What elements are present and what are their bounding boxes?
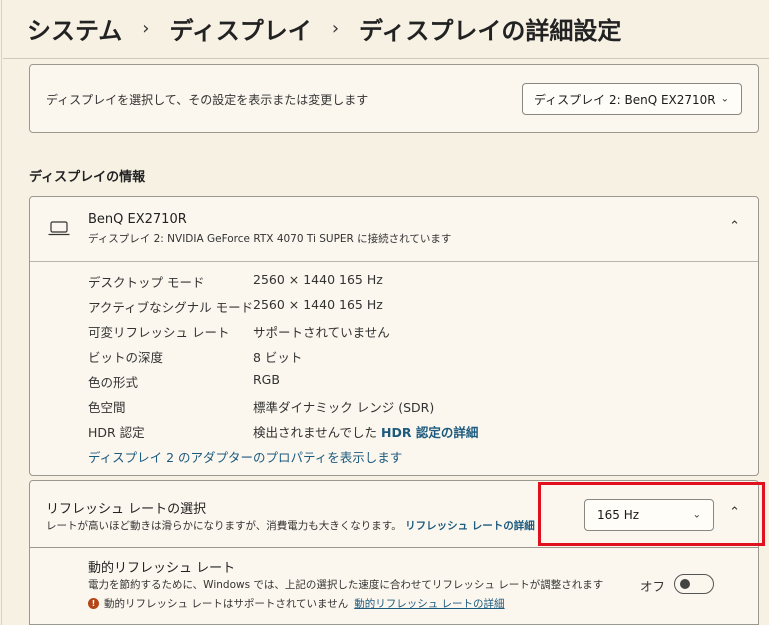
laptop-icon <box>48 221 70 236</box>
display-dropdown-value: ディスプレイ 2: BenQ EX2710R <box>534 92 716 107</box>
info-value: サポートされていません <box>253 325 390 340</box>
dynamic-refresh-details-link[interactable]: 動的リフレッシュ レートの詳細 <box>354 596 504 611</box>
display-info-card: BenQ EX2710R ディスプレイ 2: NVIDIA GeForce RT… <box>29 196 759 476</box>
chevron-up-icon[interactable]: ⌃ <box>729 219 740 234</box>
breadcrumb-item-system[interactable]: システム <box>27 11 122 46</box>
info-value-hdr: 検出されませんでした HDR 認定の詳細 <box>253 422 478 441</box>
display-select-card: ディスプレイを選択して、その設定を表示または変更します ディスプレイ 2: Be… <box>29 64 759 133</box>
display-select-text: ディスプレイを選択して、その設定を表示または変更します <box>46 93 369 107</box>
chevron-down-icon: ⌄ <box>720 93 729 105</box>
refresh-rate-title: リフレッシュ レートの選択 <box>46 502 207 517</box>
chevron-right-icon: › <box>331 17 340 39</box>
info-value: 標準ダイナミック レンジ (SDR) <box>253 400 435 415</box>
info-label: デスクトップ モード <box>88 275 205 290</box>
highlight-box <box>538 482 765 546</box>
info-label: 可変リフレッシュ レート <box>88 325 230 340</box>
info-value: RGB <box>253 372 280 387</box>
monitor-name: BenQ EX2710R <box>88 212 187 227</box>
display-dropdown[interactable]: ディスプレイ 2: BenQ EX2710R ⌄ <box>522 83 742 115</box>
header-divider <box>3 58 769 59</box>
breadcrumb: システム › ディスプレイ › ディスプレイの詳細設定 <box>27 10 621 46</box>
dynamic-refresh-toggle[interactable] <box>674 574 714 594</box>
card-divider <box>30 261 758 262</box>
dynamic-refresh-warning: ! 動的リフレッシュ レートはサポートされていません 動的リフレッシュ レートの… <box>88 596 505 611</box>
chevron-right-icon: › <box>142 17 150 39</box>
section-heading-display-info: ディスプレイの情報 <box>29 170 146 185</box>
info-label: HDR 認定 <box>88 425 145 440</box>
toggle-knob <box>680 579 690 589</box>
refresh-rate-desc-text: レートが高いほど動きは滑らかになりますが、消費電力も大きくなります。 <box>46 520 402 532</box>
dynamic-refresh-desc: 電力を節約するために、Windows では、上記の選択した速度に合わせてリフレッ… <box>88 579 604 591</box>
warning-icon: ! <box>88 598 99 609</box>
info-label: ビットの深度 <box>88 350 164 365</box>
monitor-connection: ディスプレイ 2: NVIDIA GeForce RTX 4070 Ti SUP… <box>88 233 452 245</box>
hdr-status: 検出されませんでした <box>253 425 378 440</box>
info-value: 8 ビット <box>253 350 303 365</box>
info-label: アクティブなシグナル モード <box>88 300 254 315</box>
page-title: ディスプレイの詳細設定 <box>359 16 622 45</box>
refresh-rate-desc: レートが高いほど動きは滑らかになりますが、消費電力も大きくなります。 リフレッシ… <box>46 518 535 533</box>
hdr-details-link[interactable]: HDR 認定の詳細 <box>381 425 478 440</box>
breadcrumb-item-display[interactable]: ディスプレイ <box>169 11 311 46</box>
info-label: 色の形式 <box>88 375 139 390</box>
adapter-properties-link[interactable]: ディスプレイ 2 のアダプターのプロパティを表示します <box>88 447 402 466</box>
refresh-rate-details-link[interactable]: リフレッシュ レートの詳細 <box>405 520 535 532</box>
window-edge <box>1 0 2 625</box>
info-value: 2560 × 1440 165 Hz <box>253 272 383 287</box>
info-value: 2560 × 1440 165 Hz <box>253 297 383 312</box>
dynamic-refresh-card: 動的リフレッシュ レート 電力を節約するために、Windows では、上記の選択… <box>29 548 759 625</box>
dynamic-refresh-title: 動的リフレッシュ レート <box>88 561 236 576</box>
toggle-state-label: オフ <box>640 579 666 594</box>
warning-text: 動的リフレッシュ レートはサポートされていません <box>104 598 349 610</box>
info-label: 色空間 <box>88 400 126 415</box>
